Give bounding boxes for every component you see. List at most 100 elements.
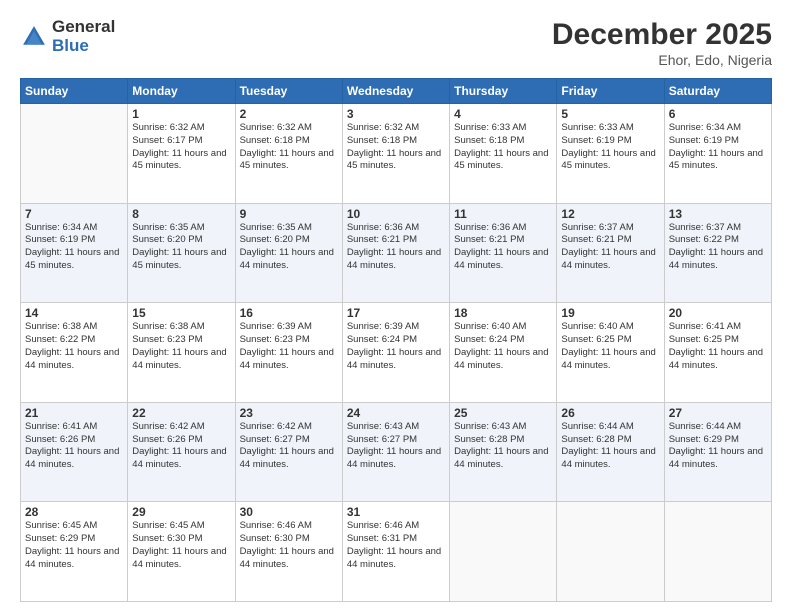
day-number: 12 [561,207,659,221]
calendar-cell: 8Sunrise: 6:35 AMSunset: 6:20 PMDaylight… [128,203,235,303]
day-number: 22 [132,406,230,420]
weekday-header-monday: Monday [128,79,235,104]
day-number: 17 [347,306,445,320]
calendar-cell: 26Sunrise: 6:44 AMSunset: 6:28 PMDayligh… [557,402,664,502]
day-number: 25 [454,406,552,420]
day-number: 5 [561,107,659,121]
calendar-cell: 23Sunrise: 6:42 AMSunset: 6:27 PMDayligh… [235,402,342,502]
calendar-cell: 22Sunrise: 6:42 AMSunset: 6:26 PMDayligh… [128,402,235,502]
calendar-cell: 12Sunrise: 6:37 AMSunset: 6:21 PMDayligh… [557,203,664,303]
calendar-cell: 10Sunrise: 6:36 AMSunset: 6:21 PMDayligh… [342,203,449,303]
day-number: 3 [347,107,445,121]
calendar-cell [664,502,771,602]
calendar-cell [450,502,557,602]
calendar-week-row: 28Sunrise: 6:45 AMSunset: 6:29 PMDayligh… [21,502,772,602]
cell-info: Sunrise: 6:35 AMSunset: 6:20 PMDaylight:… [240,222,338,273]
logo: General Blue [20,18,115,55]
cell-info: Sunrise: 6:44 AMSunset: 6:29 PMDaylight:… [669,421,767,472]
calendar-cell: 14Sunrise: 6:38 AMSunset: 6:22 PMDayligh… [21,303,128,403]
cell-info: Sunrise: 6:37 AMSunset: 6:22 PMDaylight:… [669,222,767,273]
location-subtitle: Ehor, Edo, Nigeria [552,52,772,68]
calendar-cell: 15Sunrise: 6:38 AMSunset: 6:23 PMDayligh… [128,303,235,403]
day-number: 9 [240,207,338,221]
page: General Blue December 2025 Ehor, Edo, Ni… [0,0,792,612]
calendar-cell: 7Sunrise: 6:34 AMSunset: 6:19 PMDaylight… [21,203,128,303]
cell-info: Sunrise: 6:45 AMSunset: 6:29 PMDaylight:… [25,520,123,571]
day-number: 21 [25,406,123,420]
weekday-header-thursday: Thursday [450,79,557,104]
calendar-header-row: SundayMondayTuesdayWednesdayThursdayFrid… [21,79,772,104]
weekday-header-tuesday: Tuesday [235,79,342,104]
day-number: 8 [132,207,230,221]
calendar-cell: 5Sunrise: 6:33 AMSunset: 6:19 PMDaylight… [557,104,664,204]
cell-info: Sunrise: 6:32 AMSunset: 6:18 PMDaylight:… [240,122,338,173]
calendar-cell: 9Sunrise: 6:35 AMSunset: 6:20 PMDaylight… [235,203,342,303]
day-number: 19 [561,306,659,320]
calendar-cell [21,104,128,204]
calendar-week-row: 14Sunrise: 6:38 AMSunset: 6:22 PMDayligh… [21,303,772,403]
calendar-week-row: 1Sunrise: 6:32 AMSunset: 6:17 PMDaylight… [21,104,772,204]
logo-text: General Blue [52,18,115,55]
day-number: 15 [132,306,230,320]
cell-info: Sunrise: 6:34 AMSunset: 6:19 PMDaylight:… [25,222,123,273]
calendar-cell: 16Sunrise: 6:39 AMSunset: 6:23 PMDayligh… [235,303,342,403]
calendar-cell: 27Sunrise: 6:44 AMSunset: 6:29 PMDayligh… [664,402,771,502]
calendar-cell: 25Sunrise: 6:43 AMSunset: 6:28 PMDayligh… [450,402,557,502]
calendar-cell: 19Sunrise: 6:40 AMSunset: 6:25 PMDayligh… [557,303,664,403]
day-number: 31 [347,505,445,519]
cell-info: Sunrise: 6:43 AMSunset: 6:27 PMDaylight:… [347,421,445,472]
calendar-cell: 29Sunrise: 6:45 AMSunset: 6:30 PMDayligh… [128,502,235,602]
cell-info: Sunrise: 6:43 AMSunset: 6:28 PMDaylight:… [454,421,552,472]
cell-info: Sunrise: 6:42 AMSunset: 6:27 PMDaylight:… [240,421,338,472]
cell-info: Sunrise: 6:33 AMSunset: 6:19 PMDaylight:… [561,122,659,173]
day-number: 2 [240,107,338,121]
cell-info: Sunrise: 6:33 AMSunset: 6:18 PMDaylight:… [454,122,552,173]
calendar-cell: 30Sunrise: 6:46 AMSunset: 6:30 PMDayligh… [235,502,342,602]
weekday-header-saturday: Saturday [664,79,771,104]
calendar-cell: 24Sunrise: 6:43 AMSunset: 6:27 PMDayligh… [342,402,449,502]
day-number: 26 [561,406,659,420]
day-number: 11 [454,207,552,221]
weekday-header-sunday: Sunday [21,79,128,104]
cell-info: Sunrise: 6:39 AMSunset: 6:23 PMDaylight:… [240,321,338,372]
cell-info: Sunrise: 6:40 AMSunset: 6:24 PMDaylight:… [454,321,552,372]
calendar-cell: 2Sunrise: 6:32 AMSunset: 6:18 PMDaylight… [235,104,342,204]
cell-info: Sunrise: 6:44 AMSunset: 6:28 PMDaylight:… [561,421,659,472]
cell-info: Sunrise: 6:36 AMSunset: 6:21 PMDaylight:… [454,222,552,273]
calendar-cell: 28Sunrise: 6:45 AMSunset: 6:29 PMDayligh… [21,502,128,602]
cell-info: Sunrise: 6:39 AMSunset: 6:24 PMDaylight:… [347,321,445,372]
weekday-header-friday: Friday [557,79,664,104]
calendar-cell [557,502,664,602]
calendar-cell: 1Sunrise: 6:32 AMSunset: 6:17 PMDaylight… [128,104,235,204]
calendar-cell: 21Sunrise: 6:41 AMSunset: 6:26 PMDayligh… [21,402,128,502]
day-number: 1 [132,107,230,121]
cell-info: Sunrise: 6:32 AMSunset: 6:17 PMDaylight:… [132,122,230,173]
calendar-cell: 17Sunrise: 6:39 AMSunset: 6:24 PMDayligh… [342,303,449,403]
logo-icon [20,23,48,51]
cell-info: Sunrise: 6:32 AMSunset: 6:18 PMDaylight:… [347,122,445,173]
calendar-week-row: 7Sunrise: 6:34 AMSunset: 6:19 PMDaylight… [21,203,772,303]
calendar-cell: 4Sunrise: 6:33 AMSunset: 6:18 PMDaylight… [450,104,557,204]
day-number: 30 [240,505,338,519]
calendar-table: SundayMondayTuesdayWednesdayThursdayFrid… [20,78,772,602]
calendar-week-row: 21Sunrise: 6:41 AMSunset: 6:26 PMDayligh… [21,402,772,502]
day-number: 27 [669,406,767,420]
calendar-cell: 11Sunrise: 6:36 AMSunset: 6:21 PMDayligh… [450,203,557,303]
header: General Blue December 2025 Ehor, Edo, Ni… [20,18,772,68]
day-number: 13 [669,207,767,221]
cell-info: Sunrise: 6:46 AMSunset: 6:31 PMDaylight:… [347,520,445,571]
day-number: 29 [132,505,230,519]
calendar-cell: 13Sunrise: 6:37 AMSunset: 6:22 PMDayligh… [664,203,771,303]
cell-info: Sunrise: 6:42 AMSunset: 6:26 PMDaylight:… [132,421,230,472]
cell-info: Sunrise: 6:38 AMSunset: 6:22 PMDaylight:… [25,321,123,372]
cell-info: Sunrise: 6:34 AMSunset: 6:19 PMDaylight:… [669,122,767,173]
cell-info: Sunrise: 6:36 AMSunset: 6:21 PMDaylight:… [347,222,445,273]
calendar-cell: 31Sunrise: 6:46 AMSunset: 6:31 PMDayligh… [342,502,449,602]
month-title: December 2025 [552,18,772,52]
cell-info: Sunrise: 6:35 AMSunset: 6:20 PMDaylight:… [132,222,230,273]
day-number: 23 [240,406,338,420]
cell-info: Sunrise: 6:45 AMSunset: 6:30 PMDaylight:… [132,520,230,571]
calendar-cell: 20Sunrise: 6:41 AMSunset: 6:25 PMDayligh… [664,303,771,403]
day-number: 7 [25,207,123,221]
day-number: 24 [347,406,445,420]
